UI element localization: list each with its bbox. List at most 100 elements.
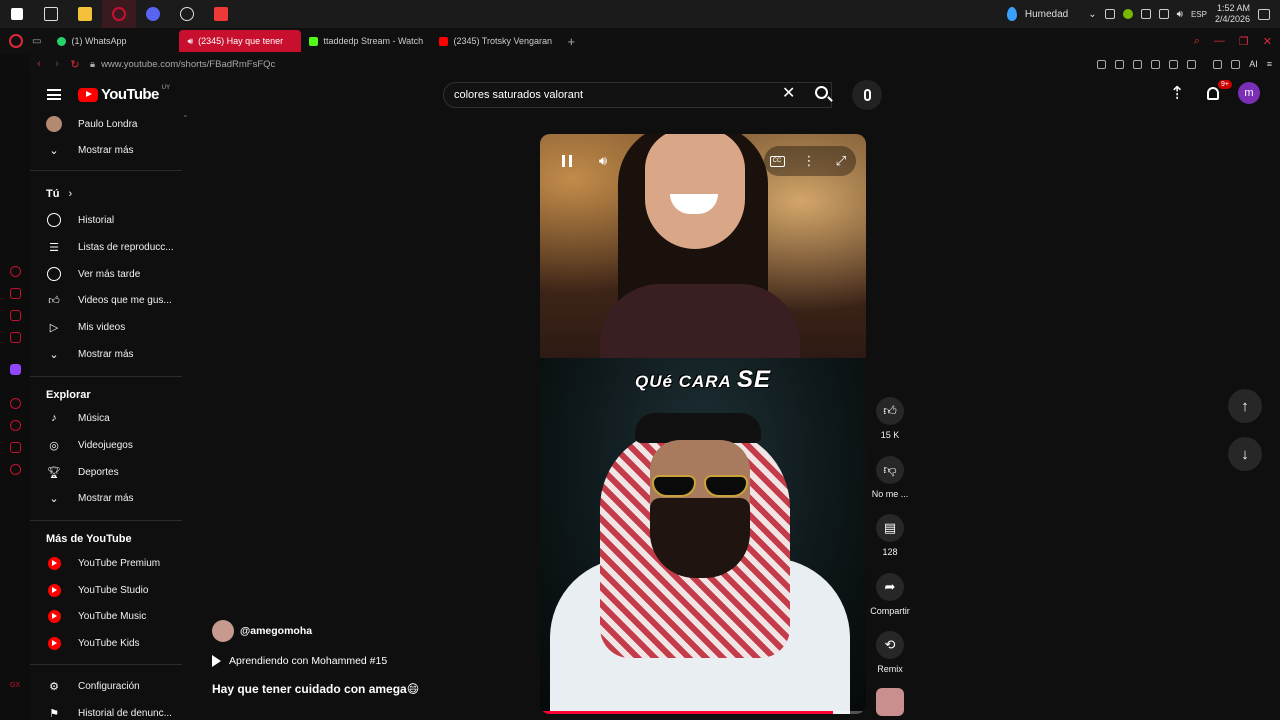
aria-icon[interactable]	[10, 266, 21, 277]
share-action[interactable]: ➦ Compartir	[868, 573, 912, 616]
sidebar-item-music-app[interactable]: YouTube Music	[30, 603, 184, 629]
sidebar-item-studio[interactable]: YouTube Studio	[30, 577, 184, 603]
file-explorer-icon[interactable]	[68, 0, 102, 28]
ai-icon[interactable]: AI	[1249, 59, 1258, 69]
language-indicator[interactable]: ESP	[1191, 10, 1207, 19]
share-icon[interactable]: ➦	[876, 573, 904, 601]
shorts-video-player[interactable]: QUé CARA SE 🔊︎ CC ⋮ ⤢	[540, 134, 866, 714]
tab-youtube-active[interactable]: 🔊︎ (2345) Hay que tener	[179, 30, 302, 52]
sidebar-item-sports[interactable]: 🏆︎ Deportes	[30, 459, 184, 485]
player-icon[interactable]	[10, 398, 21, 409]
sidebar-item-settings[interactable]: ⚙ Configuración	[30, 673, 184, 699]
volume-tray-icon[interactable]: 🔊︎	[1177, 9, 1183, 20]
account-avatar[interactable]: m	[1238, 82, 1260, 104]
download-icon[interactable]	[1231, 59, 1241, 69]
voice-search-button[interactable]	[852, 80, 882, 110]
heart-icon[interactable]	[1187, 59, 1197, 69]
minimize-button[interactable]: —	[1214, 35, 1225, 47]
remix-action[interactable]: ⟲ Remix	[868, 631, 912, 674]
sidebar-item-history[interactable]: Historial	[30, 207, 184, 233]
easy-setup-icon[interactable]: ≡	[1267, 59, 1272, 69]
tab-whatsapp[interactable]: (1) WhatsApp	[49, 30, 179, 52]
sidebar-item-music[interactable]: ♪ Música	[30, 405, 184, 431]
reload-button[interactable]: ↻	[66, 58, 84, 71]
back-button[interactable]: ‹	[30, 58, 48, 70]
clock[interactable]: 1:52 AM 2/4/2026	[1215, 3, 1250, 25]
pin-icon[interactable]	[1097, 59, 1107, 69]
section-you-heading[interactable]: Tú ›	[46, 188, 72, 200]
close-window-button[interactable]: ✕	[1263, 35, 1272, 48]
mail-icon[interactable]	[10, 332, 21, 343]
channel-info[interactable]: @amegomoha	[212, 620, 312, 642]
menu-icon[interactable]	[47, 89, 61, 100]
new-tab-button[interactable]: +	[567, 34, 575, 49]
remix-icon[interactable]: ⟲	[876, 631, 904, 659]
sidebar-show-more-explore[interactable]: ⌄ Mostrar más	[30, 485, 184, 511]
instagram-icon[interactable]	[10, 310, 21, 321]
sidebar-item-liked[interactable]: 👍︎ Videos que me gus...	[30, 287, 184, 313]
url-field[interactable]: www.youtube.com/shorts/FBadRmFsFQc	[101, 59, 275, 70]
notifications-button[interactable]: 9+	[1202, 80, 1232, 104]
tab-youtube-2[interactable]: (2345) Trotsky Vengaran	[431, 30, 561, 52]
vivaldi-taskbar-icon[interactable]	[204, 0, 238, 28]
like-action[interactable]: 👍︎ 15 K	[868, 397, 912, 440]
tab-kick[interactable]: ttaddedp Stream - Watch	[301, 30, 431, 52]
sidebar-item-my-videos[interactable]: ▷ Mis videos	[30, 314, 184, 340]
browser-search-icon[interactable]: ⌕	[1194, 35, 1200, 48]
start-button[interactable]	[0, 0, 34, 28]
dislike-action[interactable]: 👎︎ No me ...	[868, 456, 912, 499]
clear-search-icon[interactable]: ✕	[782, 84, 795, 104]
sidebar-item-subscription[interactable]: Paulo Londra	[30, 111, 184, 137]
player-control-icon[interactable]	[1169, 59, 1179, 69]
sidebar-item-watch-later[interactable]: Ver más tarde	[30, 261, 184, 287]
nvidia-tray-icon[interactable]	[1122, 9, 1133, 19]
more-options-button[interactable]: ⋮	[794, 150, 824, 172]
notification-center-icon[interactable]	[1258, 8, 1270, 20]
network-tray-icon[interactable]	[1158, 9, 1169, 19]
sidebar-item-playlists[interactable]: ☰ Listas de reproducc...	[30, 234, 184, 260]
mic-tray-icon[interactable]	[1104, 9, 1115, 19]
sidebar-show-more-you[interactable]: ⌄ Mostrar más	[30, 341, 184, 367]
messenger-icon[interactable]	[10, 288, 21, 299]
opera-taskbar-icon[interactable]	[102, 0, 136, 28]
comment-icon[interactable]: ▤	[876, 514, 904, 542]
previous-short-button[interactable]: ↑	[1228, 389, 1262, 423]
thumbs-up-icon[interactable]: 👍︎	[876, 397, 904, 425]
channel-avatar[interactable]	[212, 620, 234, 642]
task-view-icon[interactable]	[34, 0, 68, 28]
search-icon[interactable]	[815, 86, 828, 99]
tab-audio-icon[interactable]: 🔊︎	[187, 36, 193, 47]
sidebar-item-gaming[interactable]: ◎ Videojuegos	[30, 432, 184, 458]
translate-icon[interactable]	[1151, 59, 1161, 69]
sidebar-item-kids[interactable]: YouTube Kids	[30, 630, 184, 656]
settings-icon[interactable]	[10, 464, 21, 475]
history-icon[interactable]	[10, 420, 21, 431]
discord-taskbar-icon[interactable]	[136, 0, 170, 28]
weather-label[interactable]: Humedad	[1025, 9, 1068, 20]
volume-button[interactable]: 🔊︎	[588, 150, 618, 172]
weather-icon[interactable]	[1006, 7, 1017, 21]
fullscreen-button[interactable]: ⤢	[826, 150, 856, 172]
pause-button[interactable]	[552, 150, 582, 172]
sidebar-item-premium[interactable]: YouTube Premium	[30, 550, 184, 576]
tray-chevron-icon[interactable]: ⌄	[1088, 9, 1096, 20]
thumbs-down-icon[interactable]: 👎︎	[876, 456, 904, 484]
twitch-icon[interactable]	[10, 364, 21, 375]
app-taskbar-icon[interactable]	[170, 0, 204, 28]
shield-icon[interactable]	[1133, 59, 1143, 69]
progress-bar[interactable]	[540, 711, 866, 714]
youtube-logo[interactable]: YouTube UY	[78, 85, 170, 103]
maximize-button[interactable]: ❐	[1239, 35, 1249, 48]
sidebar-show-more-subs[interactable]: ⌄ Mostrar más	[30, 137, 184, 163]
captions-button[interactable]: CC	[762, 150, 792, 172]
sound-thumbnail[interactable]	[876, 688, 904, 716]
gx-icon[interactable]: GX	[10, 682, 21, 693]
battery-tray-icon[interactable]	[1140, 9, 1151, 19]
forward-button[interactable]: ›	[48, 58, 66, 70]
sidebar-item-report-history[interactable]: ⚑ Historial de denunc...	[30, 700, 184, 720]
next-short-button[interactable]: ↓	[1228, 437, 1262, 471]
create-upload-icon[interactable]: ⇡	[1166, 82, 1188, 104]
snapshot-icon[interactable]	[1115, 59, 1125, 69]
favorites-icon[interactable]	[10, 442, 21, 453]
playlist-link[interactable]: Aprendiendo con Mohammed #15	[212, 655, 387, 667]
